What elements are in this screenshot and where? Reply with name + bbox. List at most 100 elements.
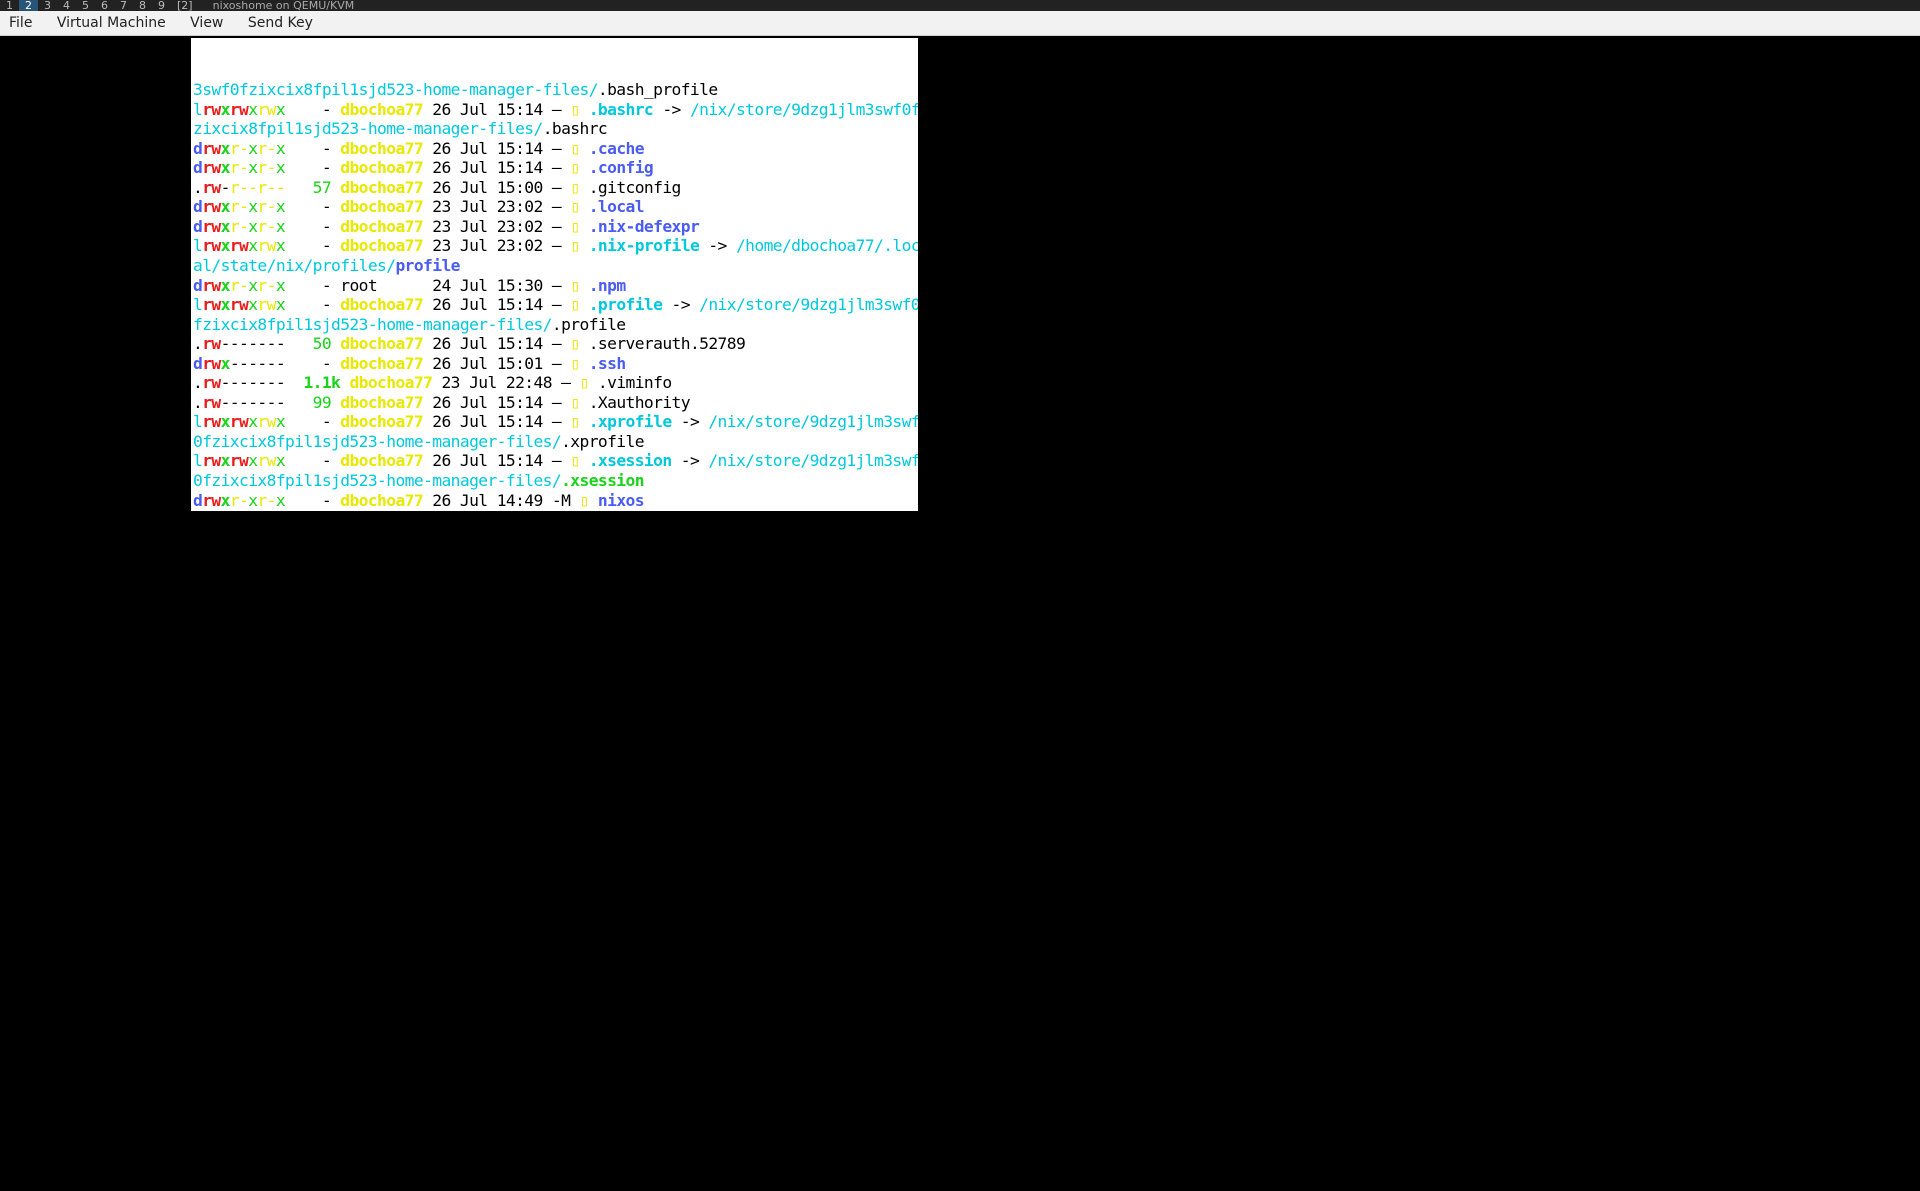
- terminal-text: profile: [395, 256, 459, 275]
- nerd-font-icon: ▯: [570, 100, 579, 119]
- terminal-text: 23 Jul 23:02 —: [423, 197, 570, 216]
- terminal-text: r-: [230, 276, 248, 295]
- terminal-line: drwxr-xr-x - dbochoa77 23 Jul 23:02 — ▯ …: [193, 197, 918, 217]
- terminal-text: l: [193, 100, 202, 119]
- terminal-text: .xprofile: [561, 432, 644, 451]
- terminal-text: nixos: [598, 491, 644, 510]
- terminal-text: rw: [202, 178, 220, 197]
- menu-send-key[interactable]: Send Key: [238, 11, 323, 35]
- terminal-text: r-: [257, 197, 275, 216]
- terminal-text: rw: [230, 412, 248, 431]
- terminal-text: rw: [202, 334, 220, 353]
- terminal-line: .rw------- 50 dbochoa77 26 Jul 15:14 — ▯…: [193, 334, 918, 354]
- terminal-line: zixcix8fpil1sjd523-home-manager-files/.b…: [193, 119, 918, 139]
- terminal-text: rw: [230, 295, 248, 314]
- terminal-text: .viminfo: [589, 373, 672, 392]
- terminal-text: x: [221, 197, 230, 216]
- terminal-text: dbochoa77: [340, 295, 423, 314]
- terminal-text: rw: [202, 451, 220, 470]
- terminal-text: 0fzixcix8fpil1sjd523-home-manager-files/: [193, 471, 561, 490]
- terminal-text: .xprofile: [589, 412, 672, 431]
- nerd-font-icon: ▯: [570, 158, 579, 177]
- terminal-text: ------: [230, 354, 285, 373]
- terminal-text: ->: [672, 412, 709, 431]
- terminal-window[interactable]: 3swf0fzixcix8fpil1sjd523-home-manager-fi…: [191, 38, 918, 511]
- menu-view[interactable]: View: [180, 11, 233, 35]
- terminal-text: r-: [257, 139, 275, 158]
- terminal-text: dbochoa77: [340, 451, 423, 470]
- terminal-text: /nix/store/9dzg1jlm3swf0f: [690, 100, 918, 119]
- terminal-text: - root 24 Jul 15:30 —: [285, 276, 570, 295]
- terminal-text: rw: [230, 451, 248, 470]
- terminal-text: .Xauthority: [580, 393, 690, 412]
- terminal-text: d: [193, 158, 202, 177]
- terminal-text: [580, 412, 589, 431]
- terminal-text: 1.1k: [303, 373, 340, 392]
- terminal-line: drwxr-xr-x - dbochoa77 26 Jul 15:14 — ▯ …: [193, 158, 918, 178]
- terminal-text: rw: [202, 139, 220, 158]
- workspace-6[interactable]: 6: [95, 0, 114, 11]
- workspace-4[interactable]: 4: [57, 0, 76, 11]
- nerd-font-icon: ▯: [570, 295, 579, 314]
- terminal-text: .cache: [589, 139, 644, 158]
- terminal-line: .rw------- 99 dbochoa77 26 Jul 15:14 — ▯…: [193, 393, 918, 413]
- menu-file[interactable]: File: [0, 11, 42, 35]
- terminal-text: x: [221, 236, 230, 255]
- nerd-font-icon: ▯: [570, 139, 579, 158]
- terminal-text: [589, 491, 598, 510]
- terminal-text: -------: [221, 334, 285, 353]
- terminal-text: 23 Jul 23:02 —: [423, 236, 570, 255]
- terminal-text: dbochoa77: [340, 334, 423, 353]
- terminal-text: d: [193, 491, 202, 510]
- nerd-font-icon: ▯: [570, 178, 579, 197]
- workspace-3[interactable]: 3: [38, 0, 57, 11]
- terminal-text: x: [276, 491, 285, 510]
- terminal-text: dbochoa77: [340, 197, 423, 216]
- terminal-text: 99: [313, 393, 331, 412]
- nerd-font-icon: ▯: [570, 217, 579, 236]
- workspace-9[interactable]: 9: [152, 0, 171, 11]
- workspace-8[interactable]: 8: [133, 0, 152, 11]
- terminal-text: dbochoa77: [349, 373, 432, 392]
- workspace-1[interactable]: 1: [0, 0, 19, 11]
- terminal-line: lrwxrwxrwx - dbochoa77 26 Jul 15:14 — ▯ …: [193, 100, 918, 120]
- terminal-text: -: [285, 236, 340, 255]
- terminal-text: .xsession: [561, 471, 644, 490]
- workspace-5[interactable]: 5: [76, 0, 95, 11]
- terminal-text: r-: [257, 158, 275, 177]
- terminal-text: [285, 373, 303, 392]
- terminal-line: 0fzixcix8fpil1sjd523-home-manager-files/…: [193, 471, 918, 491]
- terminal-text: x: [276, 451, 285, 470]
- terminal-text: x: [221, 217, 230, 236]
- terminal-text: 0fzixcix8fpil1sjd523-home-manager-files/: [193, 432, 561, 451]
- terminal-line: drwx------ - dbochoa77 26 Jul 15:01 — ▯ …: [193, 354, 918, 374]
- workspace-2[interactable]: 2: [19, 0, 38, 11]
- terminal-text: x: [276, 276, 285, 295]
- terminal-text: [580, 158, 589, 177]
- terminal-text: rw: [202, 412, 220, 431]
- terminal-text: x: [221, 451, 230, 470]
- terminal-text: [580, 236, 589, 255]
- nerd-font-icon: ▯: [570, 197, 579, 216]
- terminal-text: [580, 295, 589, 314]
- terminal-text: 26 Jul 15:14 —: [423, 100, 570, 119]
- terminal-text: rw: [202, 100, 220, 119]
- menu-virtual-machine[interactable]: Virtual Machine: [47, 11, 176, 35]
- terminal-text: rw: [202, 276, 220, 295]
- terminal-text: rw: [230, 100, 248, 119]
- terminal-line: drwxr-xr-x - dbochoa77 26 Jul 14:49 -M ▯…: [193, 491, 918, 511]
- workspace-7[interactable]: 7: [114, 0, 133, 11]
- terminal-text: 50: [313, 334, 331, 353]
- terminal-text: .config: [589, 158, 653, 177]
- terminal-text: r-: [230, 217, 248, 236]
- terminal-text: 3swf0fzixcix8fpil1sjd523-home-manager-fi…: [193, 80, 598, 99]
- terminal-text: fzixcix8fpil1sjd523-home-manager-files/: [193, 315, 552, 334]
- terminal-text: x: [221, 412, 230, 431]
- terminal-text: rw: [257, 295, 275, 314]
- terminal-text: .bash_profile: [598, 80, 718, 99]
- nerd-font-icon: ▯: [570, 334, 579, 353]
- terminal-line: fzixcix8fpil1sjd523-home-manager-files/.…: [193, 315, 918, 335]
- terminal-text: [285, 178, 313, 197]
- terminal-text: [580, 217, 589, 236]
- terminal-text: d: [193, 197, 202, 216]
